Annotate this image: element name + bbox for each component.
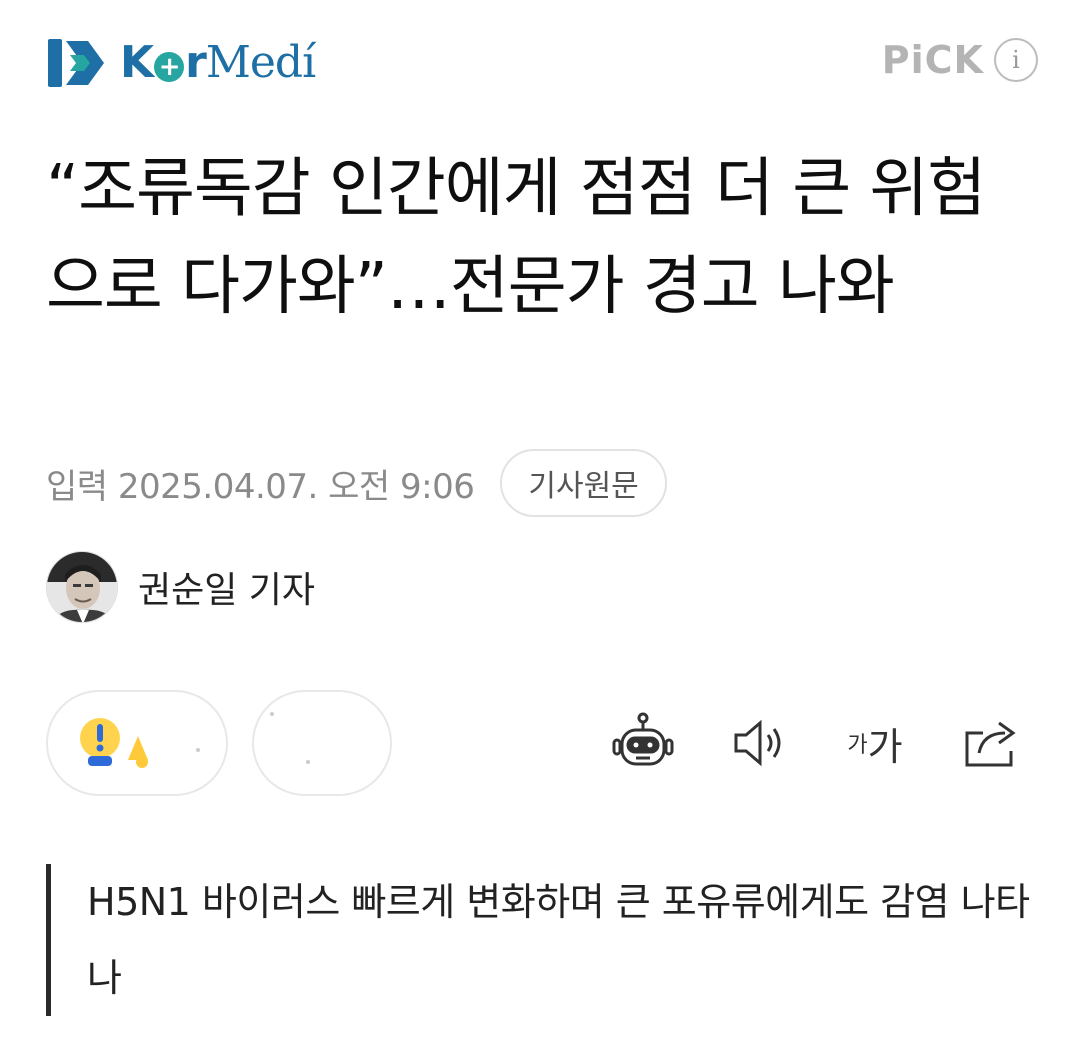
- article-title: “조류독감 인간에게 점점 더 큰 위험으로 다가와”…전문가 경고 나와: [46, 152, 986, 324]
- reporter-info[interactable]: 권순일 기자: [46, 550, 315, 624]
- article-summary: H5N1 바이러스 빠르게 변화하며 큰 포유류에게도 감염 나타나: [46, 864, 1036, 1016]
- reporter-avatar: [46, 551, 118, 623]
- header: K + rMedí PiCK i: [48, 30, 1038, 96]
- reaction-button[interactable]: [46, 690, 228, 796]
- kormedi-logo-mark-icon: [48, 39, 104, 87]
- summary-text: H5N1 바이러스 빠르게 변화하며 큰 포유류에게도 감염 나타나: [87, 880, 1030, 1000]
- pill-dot: [306, 760, 310, 764]
- info-button[interactable]: i: [994, 38, 1038, 82]
- pill-dot: [270, 712, 274, 716]
- article-meta: 입력 2025.04.07. 오전 9:06 기사원문: [46, 448, 667, 518]
- reaction-count-button[interactable]: [252, 690, 392, 796]
- reporter-name: 권순일 기자: [138, 570, 316, 611]
- kormedi-logo[interactable]: K + rMedí: [48, 32, 316, 94]
- info-icon: i: [1012, 46, 1020, 74]
- share-button[interactable]: [948, 700, 1034, 786]
- robot-icon: [612, 712, 674, 766]
- share-icon: [965, 721, 1016, 767]
- font-size-small-label: 가: [847, 733, 868, 758]
- ai-summary-button[interactable]: [600, 700, 686, 786]
- font-size-button[interactable]: 가가: [832, 700, 918, 786]
- original-article-button[interactable]: 기사원문: [500, 449, 667, 517]
- publish-date: 입력 2025.04.07. 오전 9:06: [46, 466, 475, 507]
- font-size-large-label: 가: [867, 724, 903, 769]
- speaker-icon: [734, 719, 781, 767]
- pick-label: PiCK: [881, 38, 984, 82]
- reaction-area: [46, 690, 396, 796]
- pick-area: PiCK i: [882, 38, 1038, 82]
- pill-dot: [196, 748, 200, 752]
- reaction-emoji-icon: [80, 718, 148, 768]
- article-tools: 가가: [570, 700, 1034, 786]
- logo-wordmark: K + rMedí: [120, 37, 316, 88]
- text-to-speech-button[interactable]: [716, 700, 802, 786]
